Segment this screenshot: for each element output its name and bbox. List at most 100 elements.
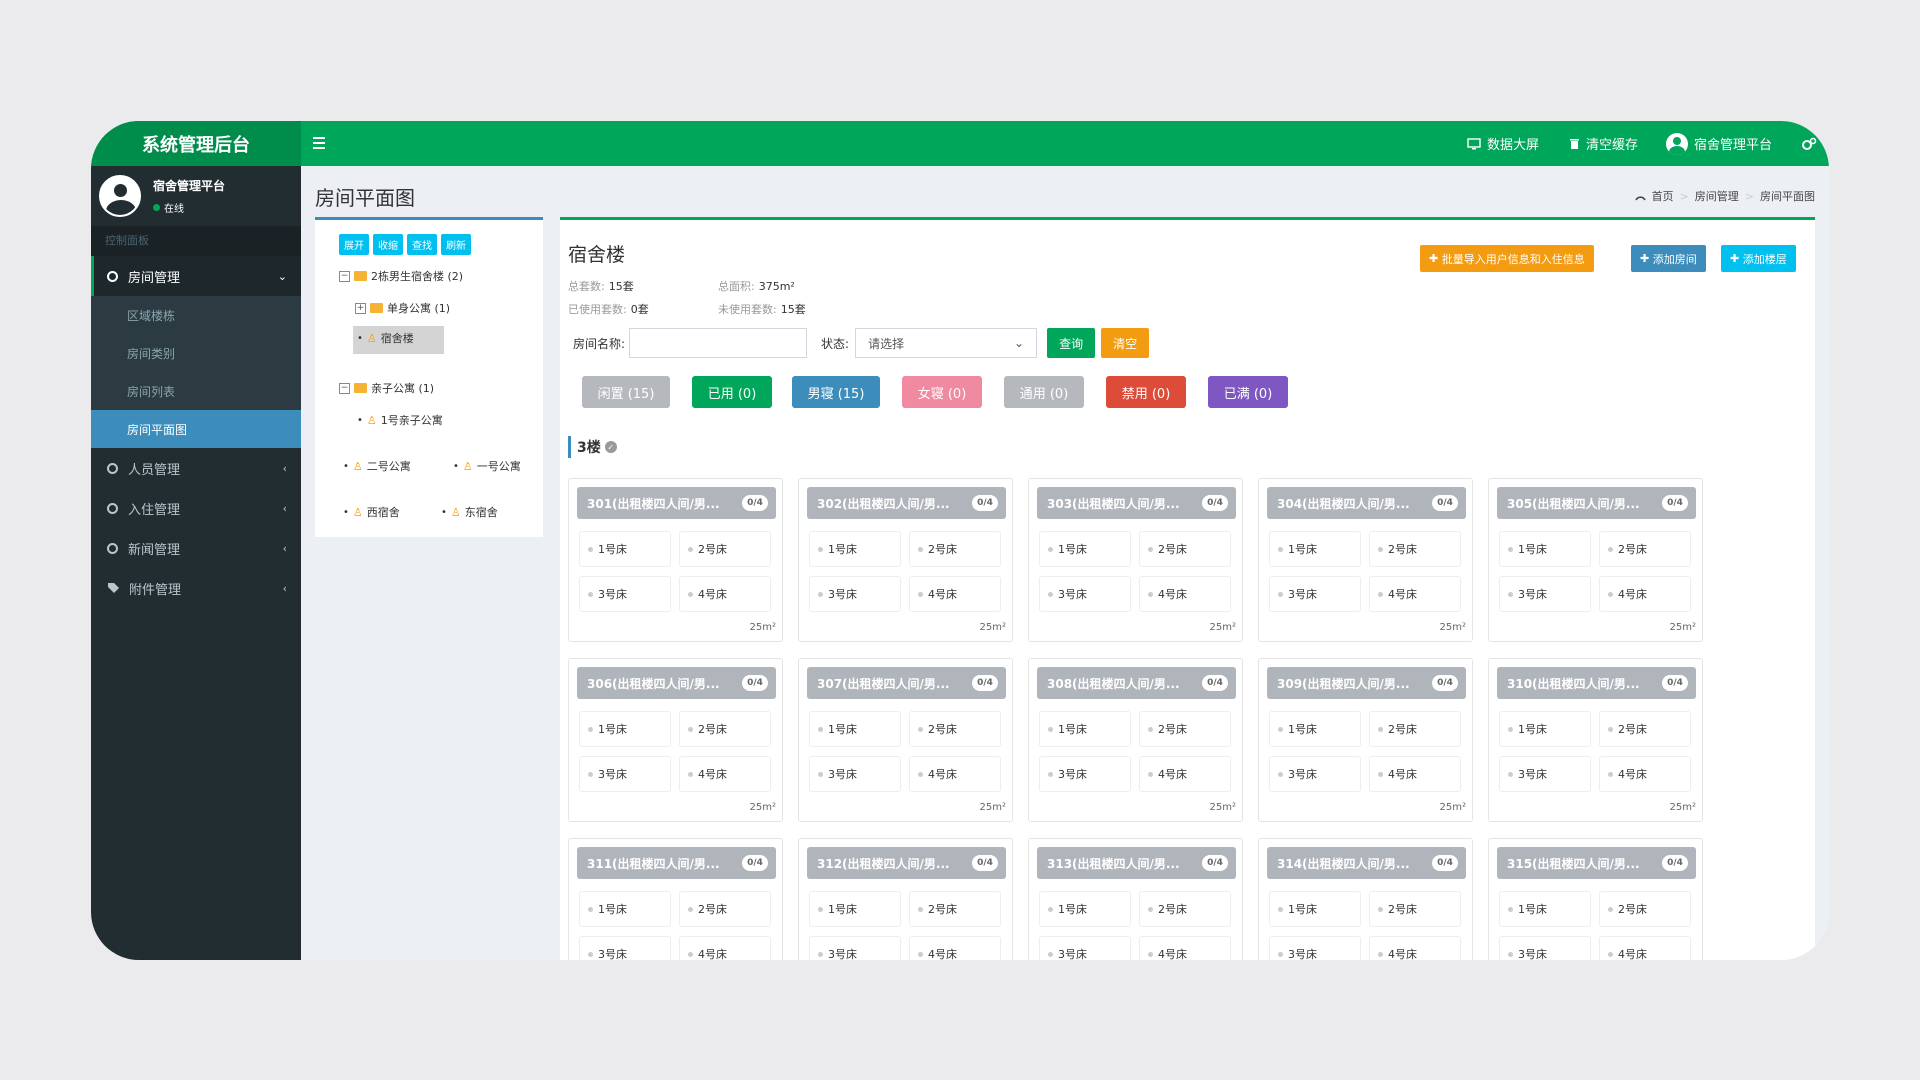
batch-import-button[interactable]: ✚ 批量导入用户信息和入住信息 xyxy=(1420,245,1594,272)
bed-slot[interactable]: 2号床 xyxy=(1139,891,1231,927)
tree-search-button[interactable]: 查找 xyxy=(407,234,437,255)
filter-button[interactable]: 女寝 (0) xyxy=(902,376,982,408)
sidebar-item-news[interactable]: 新闻管理 ‹ xyxy=(91,528,301,568)
bed-slot[interactable]: 4号床 xyxy=(679,936,771,960)
bed-slot[interactable]: 1号床 xyxy=(1039,891,1131,927)
bed-slot[interactable]: 3号床 xyxy=(1039,576,1131,612)
filter-button[interactable]: 闲置 (15) xyxy=(582,376,670,408)
nav-user-menu[interactable]: 宿舍管理平台 xyxy=(1666,121,1772,166)
room-card[interactable]: 307(出租楼四人间/男... 0/4 1号床 2号床 3号床 4号床 25m² xyxy=(798,658,1013,822)
bed-slot[interactable]: 2号床 xyxy=(1139,711,1231,747)
bed-slot[interactable]: 3号床 xyxy=(1269,576,1361,612)
tree-node[interactable]: • ♙ 二号公寓 xyxy=(343,458,411,474)
room-card[interactable]: 311(出租楼四人间/男...0/41号床2号床3号床4号床25m² xyxy=(568,838,783,960)
room-card-header[interactable]: 308(出租楼四人间/男... 0/4 xyxy=(1037,667,1236,699)
room-card-header[interactable]: 307(出租楼四人间/男... 0/4 xyxy=(807,667,1006,699)
bed-slot[interactable]: 1号床 xyxy=(809,531,901,567)
sidebar-item-personnel[interactable]: 人员管理 ‹ xyxy=(91,448,301,488)
bed-slot[interactable]: 1号床 xyxy=(579,891,671,927)
room-card[interactable]: 303(出租楼四人间/男... 0/4 1号床 2号床 3号床 4号床 25m² xyxy=(1028,478,1243,642)
bed-slot[interactable]: 1号床 xyxy=(809,711,901,747)
tree-node[interactable]: • ♙ 西宿舍 xyxy=(343,504,400,520)
bed-slot[interactable]: 1号床 xyxy=(1039,531,1131,567)
clear-button[interactable]: 清空 xyxy=(1101,328,1150,358)
bed-slot[interactable]: 4号床 xyxy=(909,756,1001,792)
room-card-header[interactable]: 306(出租楼四人间/男... 0/4 xyxy=(577,667,776,699)
bed-slot[interactable]: 4号床 xyxy=(1139,936,1231,960)
status-select[interactable]: 请选择 ⌄ xyxy=(855,328,1038,358)
tree-node[interactable]: • ♙ 东宿舍 xyxy=(441,504,498,520)
bed-slot[interactable]: 3号床 xyxy=(1039,756,1131,792)
room-card[interactable]: 302(出租楼四人间/男... 0/4 1号床 2号床 3号床 4号床 25m² xyxy=(798,478,1013,642)
room-card[interactable]: 314(出租楼四人间/男...0/41号床2号床3号床4号床25m² xyxy=(1258,838,1473,960)
bed-slot[interactable]: 4号床 xyxy=(1599,576,1691,612)
bed-slot[interactable]: 3号床 xyxy=(1269,756,1361,792)
room-card-header[interactable]: 310(出租楼四人间/男... 0/4 xyxy=(1497,667,1696,699)
room-card-header[interactable]: 304(出租楼四人间/男... 0/4 xyxy=(1267,487,1466,519)
bed-slot[interactable]: 2号床 xyxy=(679,531,771,567)
bed-slot[interactable]: 1号床 xyxy=(1499,531,1591,567)
bed-slot[interactable]: 4号床 xyxy=(679,756,771,792)
tree-node[interactable]: − 2栋男生宿舍楼 (2) xyxy=(339,268,463,284)
bed-slot[interactable]: 1号床 xyxy=(1269,891,1361,927)
bed-slot[interactable]: 4号床 xyxy=(1369,576,1461,612)
bed-slot[interactable]: 2号床 xyxy=(1369,711,1461,747)
filter-button[interactable]: 禁用 (0) xyxy=(1106,376,1186,408)
add-room-button[interactable]: ✚ 添加房间 xyxy=(1631,245,1706,272)
tree-expand-button[interactable]: 展开 xyxy=(339,234,369,255)
bed-slot[interactable]: 1号床 xyxy=(1499,891,1591,927)
bed-slot[interactable]: 2号床 xyxy=(1599,711,1691,747)
tree-collapse-button[interactable]: 收缩 xyxy=(373,234,403,255)
sidebar-item-checkin[interactable]: 入住管理 ‹ xyxy=(91,488,301,528)
room-card[interactable]: 309(出租楼四人间/男... 0/4 1号床 2号床 3号床 4号床 25m² xyxy=(1258,658,1473,822)
bed-slot[interactable]: 4号床 xyxy=(1369,936,1461,960)
bed-slot[interactable]: 4号床 xyxy=(909,936,1001,960)
room-card-header[interactable]: 313(出租楼四人间/男... 0/4 xyxy=(1037,847,1236,879)
tree-refresh-button[interactable]: 刷新 xyxy=(441,234,471,255)
tree-node-selected[interactable]: • ♙ 宿舍楼 xyxy=(353,326,444,354)
sidebar-item-room-management[interactable]: 房间管理 ⌄ xyxy=(91,256,301,296)
tree-node[interactable]: • ♙ 1号亲子公寓 xyxy=(357,412,443,428)
room-card-header[interactable]: 311(出租楼四人间/男... 0/4 xyxy=(577,847,776,879)
room-card-header[interactable]: 315(出租楼四人间/男... 0/4 xyxy=(1497,847,1696,879)
room-card-header[interactable]: 309(出租楼四人间/男... 0/4 xyxy=(1267,667,1466,699)
bed-slot[interactable]: 4号床 xyxy=(1139,576,1231,612)
room-card[interactable]: 301(出租楼四人间/男... 0/4 1号床 2号床 3号床 4号床 25m² xyxy=(568,478,783,642)
bed-slot[interactable]: 2号床 xyxy=(1139,531,1231,567)
sidebar-subitem-room-list[interactable]: 房间列表 xyxy=(91,372,301,410)
bed-slot[interactable]: 3号床 xyxy=(1039,936,1131,960)
tree-node[interactable]: − 亲子公寓 (1) xyxy=(339,380,434,396)
bed-slot[interactable]: 2号床 xyxy=(1369,891,1461,927)
room-name-input[interactable] xyxy=(629,328,808,358)
collapse-toggle-icon[interactable]: − xyxy=(339,382,350,394)
bed-slot[interactable]: 3号床 xyxy=(1499,936,1591,960)
sidebar-subitem-floor-plan[interactable]: 房间平面图 xyxy=(91,410,301,448)
bed-slot[interactable]: 2号床 xyxy=(679,891,771,927)
room-card-header[interactable]: 303(出租楼四人间/男... 0/4 xyxy=(1037,487,1236,519)
room-card-header[interactable]: 312(出租楼四人间/男... 0/4 xyxy=(807,847,1006,879)
bed-slot[interactable]: 4号床 xyxy=(1369,756,1461,792)
bed-slot[interactable]: 1号床 xyxy=(1269,711,1361,747)
expand-toggle-icon[interactable]: + xyxy=(355,302,366,314)
bed-slot[interactable]: 4号床 xyxy=(679,576,771,612)
room-card-header[interactable]: 305(出租楼四人间/男... 0/4 xyxy=(1497,487,1696,519)
bed-slot[interactable]: 2号床 xyxy=(1369,531,1461,567)
bed-slot[interactable]: 1号床 xyxy=(1039,711,1131,747)
check-circle-icon[interactable]: ✓ xyxy=(604,441,617,453)
room-card-header[interactable]: 301(出租楼四人间/男... 0/4 xyxy=(577,487,776,519)
add-floor-button[interactable]: ✚ 添加楼层 xyxy=(1721,245,1796,272)
room-card-header[interactable]: 314(出租楼四人间/男... 0/4 xyxy=(1267,847,1466,879)
bed-slot[interactable]: 2号床 xyxy=(679,711,771,747)
filter-button[interactable]: 男寝 (15) xyxy=(792,376,880,408)
room-card-header[interactable]: 302(出租楼四人间/男... 0/4 xyxy=(807,487,1006,519)
collapse-toggle-icon[interactable]: − xyxy=(339,270,350,282)
bed-slot[interactable]: 3号床 xyxy=(809,936,901,960)
bed-slot[interactable]: 3号床 xyxy=(809,756,901,792)
bed-slot[interactable]: 2号床 xyxy=(1599,891,1691,927)
bed-slot[interactable]: 1号床 xyxy=(579,711,671,747)
bed-slot[interactable]: 3号床 xyxy=(1499,576,1591,612)
menu-toggle-icon[interactable] xyxy=(313,133,333,153)
bed-slot[interactable]: 3号床 xyxy=(579,576,671,612)
nav-data-screen[interactable]: 数据大屏 xyxy=(1467,121,1539,166)
room-card[interactable]: 312(出租楼四人间/男...0/41号床2号床3号床4号床25m² xyxy=(798,838,1013,960)
